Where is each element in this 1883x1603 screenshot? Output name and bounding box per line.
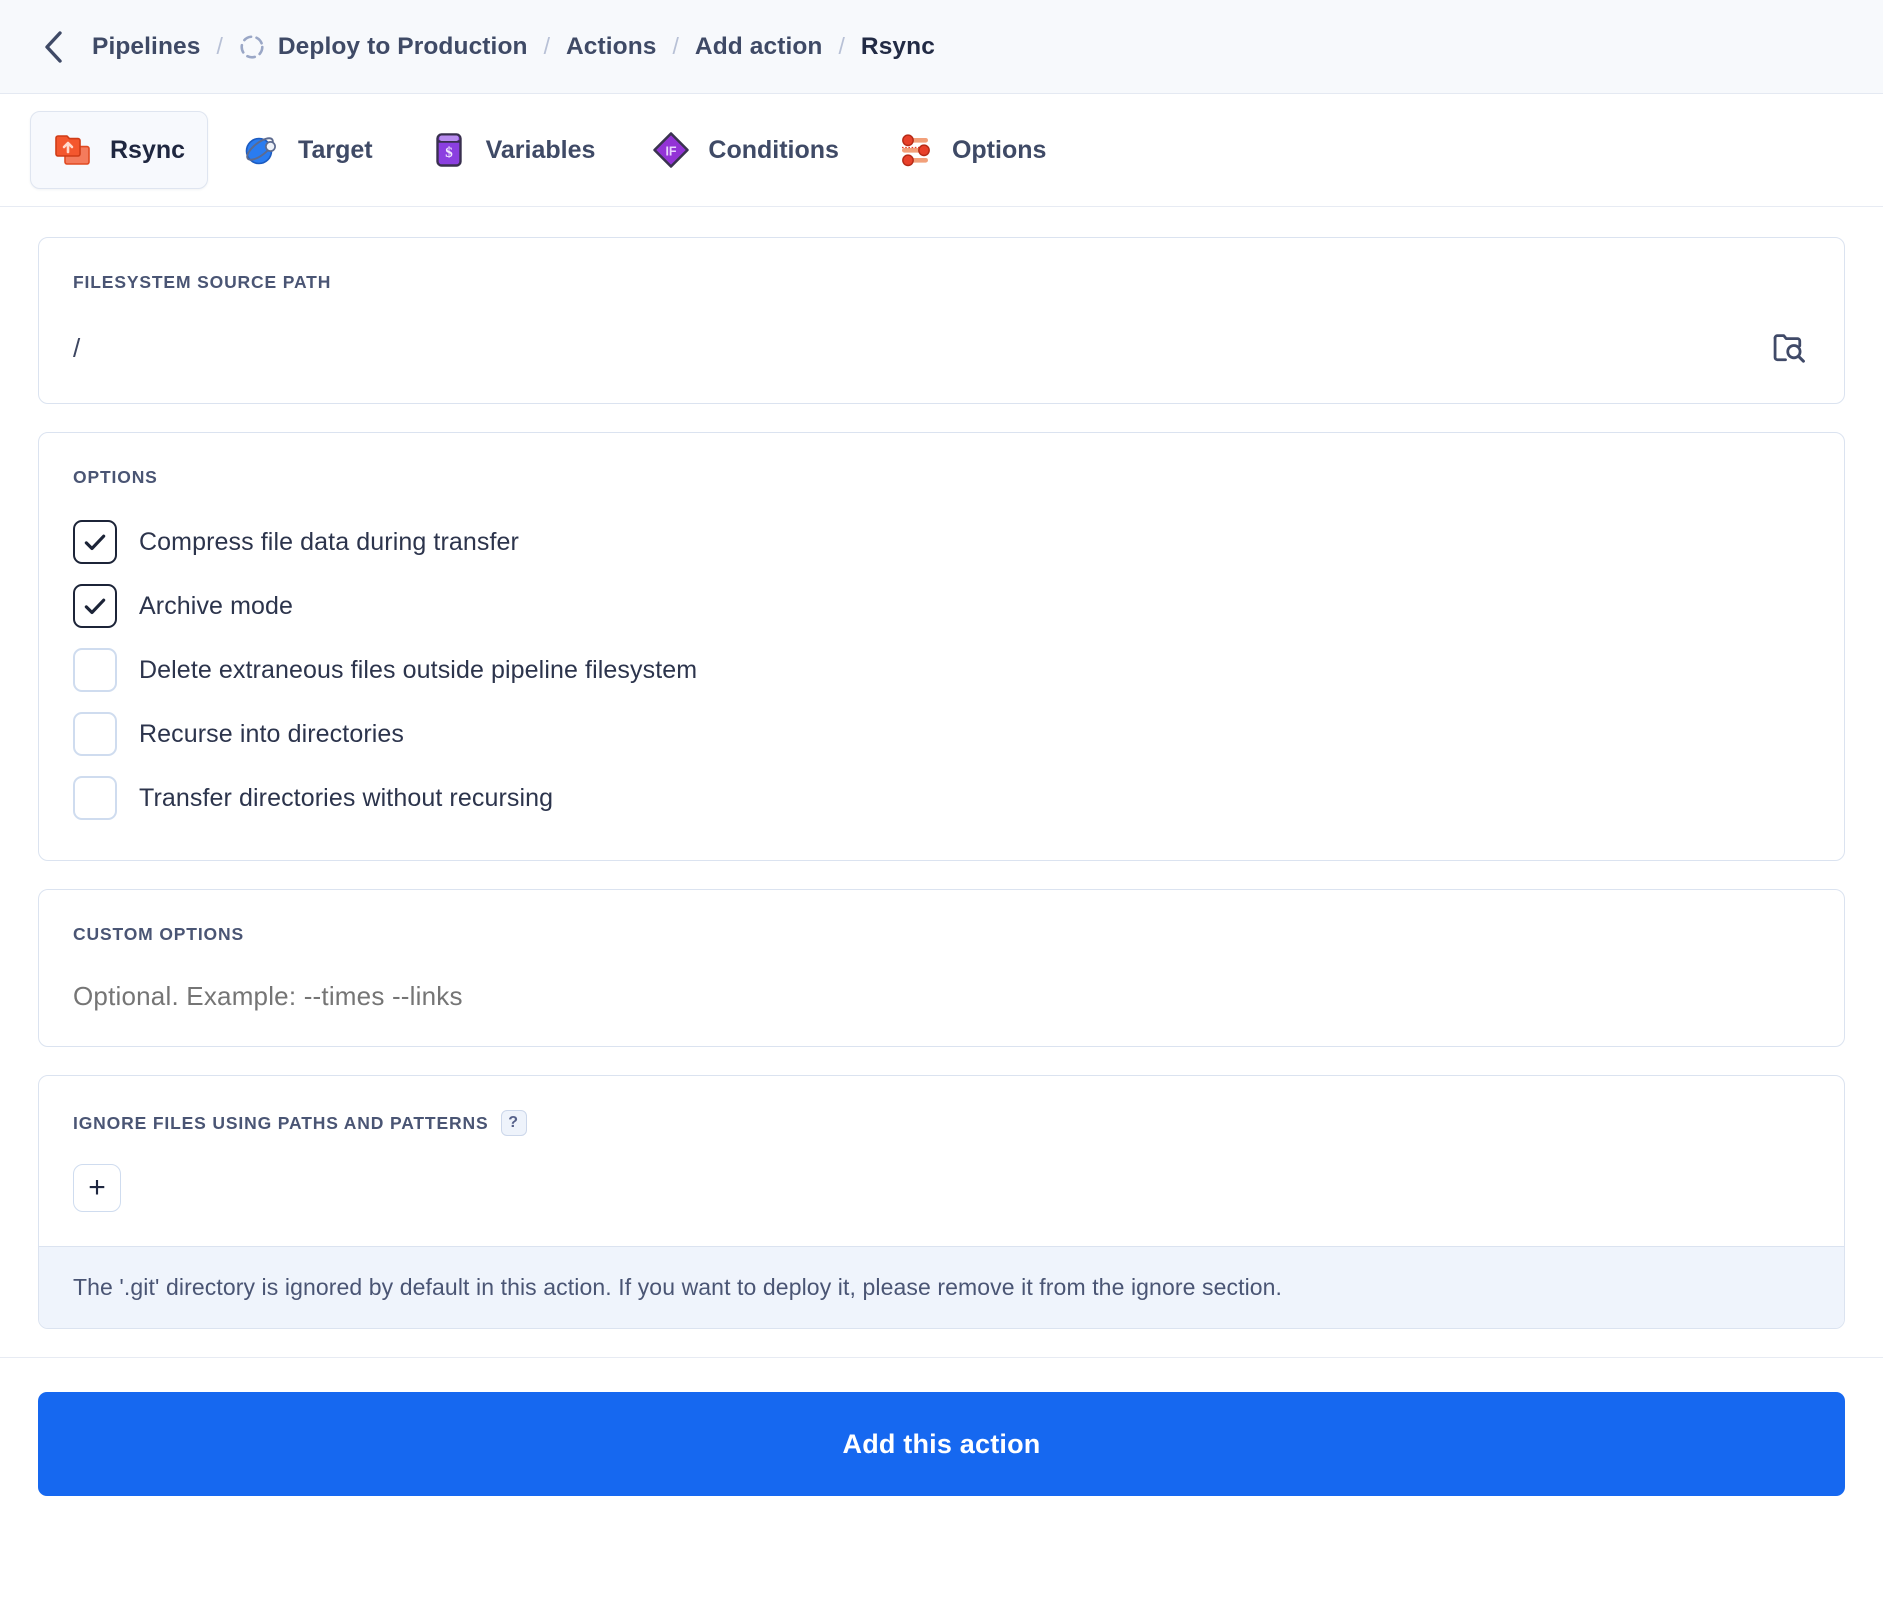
option-recurse-into-directories-label: Recurse into directories — [139, 719, 405, 748]
tab-rsync[interactable]: Rsync — [30, 111, 209, 189]
check-icon — [84, 534, 106, 551]
tab-target-label: Target — [298, 135, 373, 164]
options-card: OPTIONS Compress file data during transf… — [38, 432, 1845, 861]
filesystem-source-path-label: FILESYSTEM SOURCE PATH — [73, 272, 332, 292]
breadcrumb-item-deploy-to-production[interactable]: Deploy to Production — [239, 33, 528, 61]
rsync-folders-icon — [55, 135, 90, 165]
filesystem-source-path-card: FILESYSTEM SOURCE PATH — [38, 237, 1845, 404]
tab-target[interactable]: Target — [218, 111, 396, 189]
options-list: Compress file data during transfer Archi… — [73, 514, 1810, 826]
custom-options-card: CUSTOM OPTIONS — [38, 889, 1845, 1047]
option-delete-extraneous-files-label: Delete extraneous files outside pipeline… — [139, 655, 698, 684]
checkbox-archive-mode[interactable] — [73, 584, 117, 628]
spinner-icon — [240, 34, 264, 59]
breadcrumb-item-add-action[interactable]: Add action — [695, 33, 823, 61]
tab-variables[interactable]: $ Variables — [406, 111, 619, 189]
tab-conditions-label: Conditions — [708, 135, 839, 164]
tab-rsync-label: Rsync — [110, 135, 186, 164]
option-archive-mode-label: Archive mode — [139, 591, 294, 620]
add-this-action-button[interactable]: Add this action — [38, 1392, 1845, 1496]
option-archive-mode[interactable]: Archive mode — [73, 578, 1810, 634]
custom-options-label: CUSTOM OPTIONS — [73, 924, 245, 944]
options-label: OPTIONS — [73, 467, 158, 487]
add-ignore-pattern-button[interactable]: + — [73, 1164, 121, 1212]
help-icon[interactable]: ? — [500, 1110, 527, 1136]
option-recurse-into-directories[interactable]: Recurse into directories — [73, 706, 1810, 762]
tab-bar: Rsync Target $ Variables IF Conditions O… — [0, 94, 1883, 207]
breadcrumb-separator: / — [543, 33, 550, 59]
filesystem-source-path-input[interactable] — [73, 332, 1748, 364]
chevron-left-icon — [45, 30, 62, 63]
footer-bar: Add this action — [0, 1357, 1883, 1536]
checkbox-compress-file-data[interactable] — [73, 520, 117, 564]
browse-folder-button[interactable] — [1768, 327, 1810, 369]
conditions-if-diamond-icon: IF — [653, 132, 690, 168]
variables-dollar-icon: $ — [435, 133, 462, 167]
options-sliders-icon — [901, 134, 930, 167]
svg-text:IF: IF — [666, 145, 677, 159]
ignore-files-label-text: IGNORE FILES USING PATHS AND PATTERNS — [73, 1112, 489, 1133]
tab-conditions[interactable]: IF Conditions — [628, 111, 862, 189]
checkbox-transfer-directories-without-recursing[interactable] — [73, 776, 117, 820]
option-transfer-directories-without-recursing-label: Transfer directories without recursing — [139, 783, 554, 812]
breadcrumb-separator: / — [216, 33, 223, 59]
option-delete-extraneous-files[interactable]: Delete extraneous files outside pipeline… — [73, 642, 1810, 698]
tab-options-label: Options — [951, 135, 1047, 164]
folder-search-icon — [1773, 334, 1805, 363]
svg-text:$: $ — [445, 145, 453, 161]
main-content: FILESYSTEM SOURCE PATH OPTIONS — [0, 207, 1883, 1329]
target-planet-icon — [245, 137, 276, 165]
filesystem-source-path-row — [73, 327, 1810, 369]
tab-options[interactable]: Options — [872, 111, 1069, 189]
check-icon — [84, 598, 106, 615]
breadcrumb-item-actions[interactable]: Actions — [566, 33, 657, 61]
ignore-files-card: IGNORE FILES USING PATHS AND PATTERNS ? … — [38, 1075, 1845, 1329]
breadcrumb-item-deploy-to-production-label: Deploy to Production — [277, 32, 528, 60]
option-compress-file-data-label: Compress file data during transfer — [139, 527, 519, 556]
ignore-files-label: IGNORE FILES USING PATHS AND PATTERNS ? — [73, 1110, 1810, 1136]
checkbox-recurse-into-directories[interactable] — [73, 712, 117, 756]
breadcrumb-item-rsync: Rsync — [860, 32, 935, 60]
breadcrumb-separator: / — [672, 33, 679, 59]
custom-options-input[interactable] — [73, 981, 1810, 1012]
tab-variables-label: Variables — [485, 135, 596, 164]
option-compress-file-data[interactable]: Compress file data during transfer — [73, 514, 1810, 570]
option-transfer-directories-without-recursing[interactable]: Transfer directories without recursing — [73, 770, 1810, 826]
checkbox-delete-extraneous-files[interactable] — [73, 648, 117, 692]
breadcrumb: Pipelines / Deploy to Production / Actio… — [92, 33, 935, 61]
breadcrumb-bar: Pipelines / Deploy to Production / Actio… — [0, 0, 1883, 94]
breadcrumb-item-pipelines[interactable]: Pipelines — [92, 33, 200, 61]
breadcrumb-separator: / — [838, 33, 845, 59]
back-button[interactable] — [36, 30, 70, 64]
ignore-files-note: The '.git' directory is ignored by defau… — [39, 1246, 1844, 1328]
